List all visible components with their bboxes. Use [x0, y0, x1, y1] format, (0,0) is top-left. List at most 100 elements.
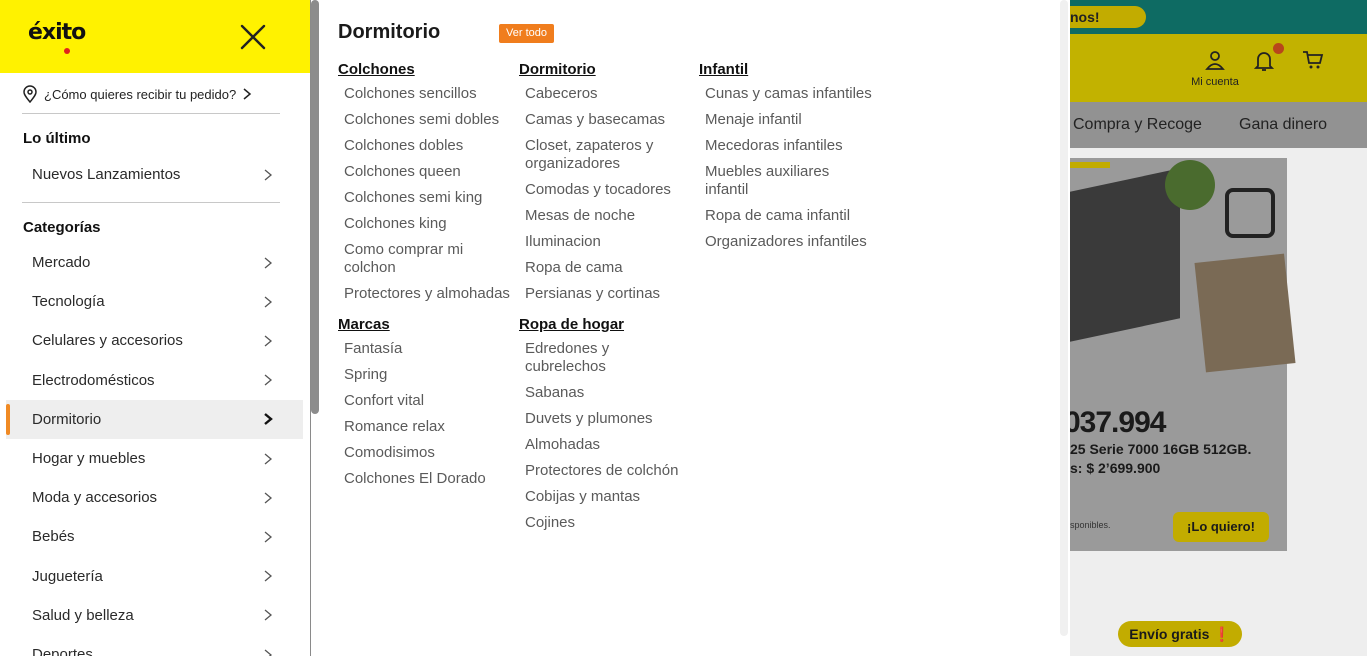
subcategory-link[interactable]: Como comprar mi colchon	[338, 241, 513, 276]
subcategory-link[interactable]: Colchones king	[338, 215, 513, 233]
category-item-electrodomesticos[interactable]: Electrodomésticos	[6, 361, 303, 400]
subcategory-link[interactable]: Colchones dobles	[338, 137, 513, 155]
clipboard-image	[1194, 253, 1296, 373]
category-item-celulares-y-accesorios[interactable]: Celulares y accesorios	[6, 321, 303, 360]
nav-gana-dinero[interactable]: Gana dinero	[1239, 116, 1327, 134]
subcategory-link[interactable]: Organizadores infantiles	[699, 233, 874, 251]
chevron-right-icon	[264, 570, 273, 582]
drawer-scrollbar[interactable]	[311, 0, 319, 656]
subcategory-link[interactable]: Ropa de cama	[519, 259, 694, 277]
category-item-bebes[interactable]: Bebés	[6, 517, 303, 556]
notification-dot	[1273, 43, 1284, 54]
categories-section-title: Categorías	[23, 219, 101, 236]
close-icon	[240, 24, 266, 50]
category-item-hogar-y-muebles[interactable]: Hogar y muebles	[6, 439, 303, 478]
subcategory-link[interactable]: Colchones El Dorado	[338, 470, 513, 488]
subcategory-link[interactable]: Iluminacion	[519, 233, 694, 251]
cart-button[interactable]	[1302, 50, 1324, 74]
subcategory-link[interactable]: Colchones semi dobles	[338, 111, 513, 129]
promo-pill: nos!	[1070, 6, 1146, 28]
menu-item-label: Salud y belleza	[32, 606, 134, 624]
subcategory-link[interactable]: Protectores y almohadas	[338, 285, 513, 303]
logo-dot	[64, 48, 70, 54]
subcategory-link[interactable]: Spring	[338, 366, 513, 384]
menu-item-label: Moda y accesorios	[32, 489, 158, 507]
subcategory-link[interactable]: Cabeceros	[519, 85, 694, 103]
subcategory-column: Infantil Cunas y camas infantiles Menaje i…	[699, 61, 874, 264]
category-item-salud-y-belleza[interactable]: Salud y belleza	[6, 596, 303, 635]
bell-icon	[1253, 52, 1275, 71]
menu-item-label: Nuevos Lanzamientos	[32, 166, 181, 183]
subcategory-link[interactable]: Mecedoras infantiles	[699, 137, 874, 155]
banner-description: 25 Serie 7000 16GB 512GB.	[1070, 441, 1252, 457]
subcategory-heading[interactable]: Colchones	[338, 61, 513, 78]
category-item-mercado[interactable]: Mercado	[6, 243, 303, 282]
category-item-dormitorio[interactable]: Dormitorio	[6, 399, 303, 439]
category-item-jugueteria[interactable]: Juguetería	[6, 557, 303, 596]
panel-scrollbar[interactable]	[1060, 0, 1068, 636]
subcategory-heading[interactable]: Dormitorio	[519, 61, 694, 78]
nav-compra-y-recoge[interactable]: Compra y Recoge	[1073, 116, 1202, 134]
panel-title: Dormitorio	[338, 21, 441, 43]
category-item-moda-y-accesorios[interactable]: Moda y accesorios	[6, 478, 303, 517]
category-item-tecnologia[interactable]: Tecnología	[6, 282, 303, 321]
subcategory-link[interactable]: Confort vital	[338, 392, 513, 410]
subcategory-link[interactable]: Cobijas y mantas	[519, 488, 694, 506]
chevron-right-icon	[264, 296, 273, 308]
subcategory-group: Colchones Colchones sencillos Colchones se…	[338, 61, 513, 302]
subcategory-link[interactable]: Comodas y tocadores	[519, 181, 694, 199]
subcategory-link[interactable]: Camas y basecamas	[519, 111, 694, 129]
account-link[interactable]: Mi cuenta	[1180, 50, 1250, 88]
site-nav-background: Compra y Recoge Gana dinero	[1070, 102, 1367, 148]
subcategory-group: Infantil Cunas y camas infantiles Menaje i…	[699, 61, 874, 250]
subcategory-link[interactable]: Closet, zapateros y organizadores	[519, 137, 694, 172]
delivery-divider	[22, 113, 280, 114]
chevron-right-icon	[243, 88, 252, 100]
subcategory-link[interactable]: Edredones y cubrelechos	[519, 340, 694, 375]
menu-item-label: Bebés	[32, 528, 75, 546]
banner-cta-button[interactable]: ¡Lo quiero!	[1173, 512, 1269, 542]
promo-banner[interactable]: 037.994 25 Serie 7000 16GB 512GB. s: $ 2…	[1070, 158, 1296, 551]
subcategory-link[interactable]: Almohadas	[519, 436, 694, 454]
latest-item[interactable]: Nuevos Lanzamientos	[6, 155, 303, 194]
subcategory-link[interactable]: Colchones sencillos	[338, 85, 513, 103]
subcategory-heading[interactable]: Infantil	[699, 61, 874, 78]
subcategory-link[interactable]: Sabanas	[519, 384, 694, 402]
subcategory-link[interactable]: Cojines	[519, 514, 694, 532]
subcategory-link[interactable]: Duvets y plumones	[519, 410, 694, 428]
subcategory-link[interactable]: Menaje infantil	[699, 111, 874, 129]
subcategory-link[interactable]: Cunas y camas infantiles	[699, 85, 874, 103]
subcategory-column: Colchones Colchones sencillos Colchones se…	[338, 61, 513, 502]
exito-logo[interactable]: éxito	[28, 20, 96, 56]
see-all-button[interactable]: Ver todo	[499, 24, 554, 43]
subcategory-link[interactable]: Comodisimos	[338, 444, 513, 462]
banner-description-2: s: $ 2’699.900	[1070, 460, 1161, 476]
menu-item-label: Juguetería	[32, 567, 103, 585]
subcategory-link[interactable]: Muebles auxiliares infantil	[699, 163, 874, 198]
subcategory-link[interactable]: Romance relax	[338, 418, 513, 436]
chevron-right-icon	[264, 335, 273, 347]
subcategory-heading[interactable]: Marcas	[338, 316, 513, 333]
promo-topbar: nos!	[1070, 0, 1367, 34]
subcategory-link[interactable]: Fantasía	[338, 340, 513, 358]
notifications-button[interactable]	[1253, 50, 1275, 76]
subcategory-heading[interactable]: Ropa de hogar	[519, 316, 694, 333]
chevron-right-icon	[264, 453, 273, 464]
subcategory-link[interactable]: Colchones queen	[338, 163, 513, 181]
subcategory-link[interactable]: Persianas y cortinas	[519, 285, 694, 303]
delivery-selector[interactable]: ¿Cómo quieres recibir tu pedido?	[22, 76, 292, 112]
category-item-deportes[interactable]: Deportes	[6, 635, 303, 656]
subcategory-link[interactable]: Colchones semi king	[338, 189, 513, 207]
subcategory-link[interactable]: Ropa de cama infantil	[699, 207, 874, 225]
subcategory-link[interactable]: Mesas de noche	[519, 207, 694, 225]
subcategory-panel: Dormitorio Ver todo Colchones Colchones s…	[319, 0, 1070, 656]
menu-item-label: Electrodomésticos	[32, 371, 155, 389]
menu-item-label: Celulares y accesorios	[32, 332, 183, 350]
close-button[interactable]	[236, 20, 270, 54]
drawer-scrollbar-thumb[interactable]	[311, 0, 319, 414]
chevron-right-icon	[264, 531, 273, 543]
menu-item-label: Hogar y muebles	[32, 450, 146, 467]
chevron-right-icon	[264, 169, 273, 180]
subcategory-link[interactable]: Protectores de colchón	[519, 462, 694, 480]
banner-fineprint: sponibles.	[1070, 520, 1111, 530]
